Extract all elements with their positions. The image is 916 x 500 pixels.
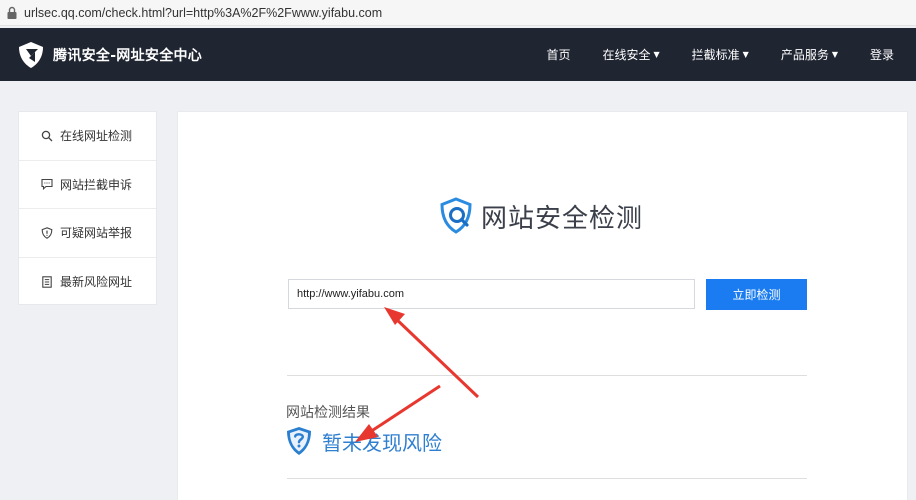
- main-panel: 网站安全检测 立即检测 网站检测结果 暂未发现风险: [177, 111, 908, 500]
- shield-icon: [41, 226, 53, 239]
- nav-online-security[interactable]: 在线安全 ▼: [602, 46, 659, 63]
- tencent-security-logo-icon: [19, 41, 43, 68]
- page-title: 网站安全检测: [481, 203, 644, 234]
- nav-login[interactable]: 登录: [870, 46, 894, 63]
- nav-products-label: 产品服务: [780, 48, 829, 62]
- top-navigation-bar: 腾讯安全-网址安全中心 首页 在线安全 ▼ 拦截标准 ▼ 产品服务 ▼ 登录: [0, 28, 916, 81]
- sidebar-item-label: 可疑网站举报: [60, 226, 133, 241]
- page-heading: 网站安全检测: [436, 196, 643, 236]
- main-menu: 首页 在线安全 ▼ 拦截标准 ▼ 产品服务 ▼ 登录: [514, 28, 894, 81]
- search-icon: [41, 130, 53, 142]
- site-title: 腾讯安全-网址安全中心: [53, 47, 203, 64]
- result-status: 暂未发现风险: [286, 426, 442, 456]
- result-status-text: 暂未发现风险: [322, 430, 442, 455]
- sidebar-item-label: 在线网址检测: [60, 129, 133, 144]
- address-url[interactable]: urlsec.qq.com/check.html?url=http%3A%2F%…: [24, 6, 382, 20]
- url-input[interactable]: [288, 279, 695, 309]
- sidebar-item-latest-risks[interactable]: 最新风险网址: [19, 258, 156, 307]
- lock-icon: [7, 6, 17, 19]
- nav-block-standards[interactable]: 拦截标准 ▼: [692, 46, 749, 63]
- check-now-button[interactable]: 立即检测: [706, 279, 807, 310]
- sidebar-item-label: 网站拦截申诉: [60, 177, 133, 192]
- sidebar-item-report[interactable]: 可疑网站举报: [19, 209, 156, 258]
- sidebar-item-label: 最新风险网址: [60, 275, 133, 290]
- divider: [287, 478, 807, 479]
- nav-online-security-label: 在线安全: [602, 48, 651, 62]
- security-shield-search-icon: [440, 197, 472, 234]
- browser-address-bar[interactable]: urlsec.qq.com/check.html?url=http%3A%2F%…: [0, 0, 916, 26]
- divider: [287, 375, 807, 376]
- sidebar-item-online-check[interactable]: 在线网址检测: [19, 112, 156, 161]
- nav-block-standards-label: 拦截标准: [691, 48, 740, 62]
- caret-down-icon: ▼: [831, 50, 838, 59]
- nav-login-label: 登录: [869, 48, 894, 62]
- sidebar-item-appeal[interactable]: 网站拦截申诉: [19, 161, 156, 209]
- shield-question-icon: [287, 427, 311, 455]
- site-logo[interactable]: 腾讯安全-网址安全中心: [16, 40, 202, 70]
- list-icon: [42, 276, 52, 288]
- nav-home[interactable]: 首页: [546, 46, 570, 63]
- caret-down-icon: ▼: [742, 50, 749, 59]
- nav-home-label: 首页: [546, 48, 571, 62]
- message-icon: [41, 179, 53, 191]
- result-label: 网站检测结果: [286, 405, 370, 421]
- caret-down-icon: ▼: [653, 50, 660, 59]
- sidebar: 在线网址检测 网站拦截申诉 可疑网站举报 最新风险网址: [18, 111, 157, 305]
- nav-products[interactable]: 产品服务 ▼: [781, 46, 838, 63]
